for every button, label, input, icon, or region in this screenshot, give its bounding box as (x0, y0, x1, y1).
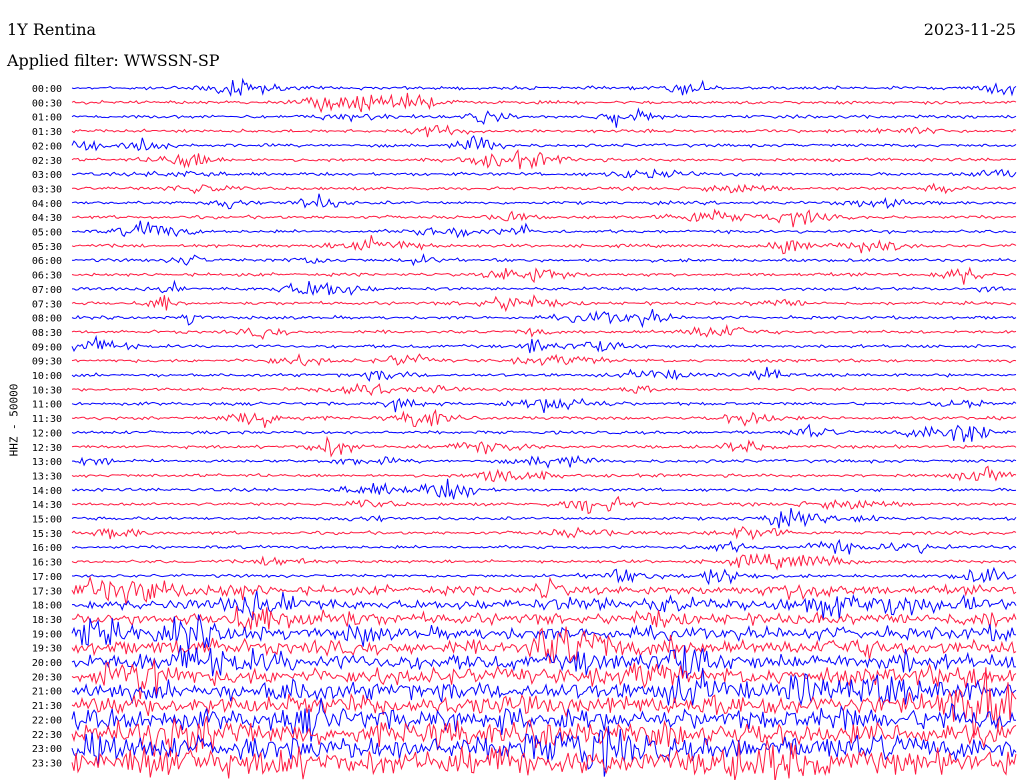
row-time-label: 22:00 (32, 715, 62, 726)
seismogram-trace (71, 382, 1017, 397)
seismogram-trace (71, 566, 1017, 586)
row-time-label: 22:30 (32, 730, 62, 741)
seismogram-trace (71, 507, 1017, 529)
row-time-label: 13:00 (32, 457, 62, 468)
seismogram-trace (71, 454, 1017, 469)
seismogram-trace (71, 107, 1017, 128)
row-time-label: 09:00 (32, 342, 62, 353)
seismogram-trace (71, 253, 1017, 267)
row-time-label: 04:30 (32, 213, 62, 224)
row-time-label: 08:30 (32, 328, 62, 339)
row-time-label: 15:00 (32, 515, 62, 526)
seismogram-trace (71, 538, 1017, 555)
row-time-label: 04:00 (32, 199, 62, 210)
row-time-label: 12:00 (32, 428, 62, 439)
seismogram-trace (71, 495, 1016, 515)
row-time-label: 01:00 (32, 113, 62, 124)
row-time-label: 05:30 (32, 242, 62, 253)
row-time-label: 12:30 (32, 443, 62, 454)
row-time-label: 14:30 (32, 500, 62, 511)
seismogram-trace (71, 266, 1017, 285)
seismogram-trace (71, 309, 1017, 329)
seismogram-trace (71, 208, 1017, 228)
seismogram-trace (71, 124, 1017, 138)
seismogram-trace (72, 279, 1016, 297)
seismogram-trace (71, 353, 1017, 367)
seismogram-trace (71, 465, 1017, 483)
row-time-label: 18:30 (32, 615, 62, 626)
seismogram-trace (71, 423, 1017, 443)
row-time-label: 11:30 (32, 414, 62, 425)
seismogram-trace (71, 294, 1017, 313)
row-time-label: 00:00 (32, 84, 62, 95)
row-time-label: 02:00 (32, 141, 62, 152)
seismogram-trace (71, 334, 1017, 354)
row-time-label: 18:00 (32, 601, 62, 612)
row-time-label: 19:00 (32, 629, 62, 640)
seismogram-trace (71, 168, 1017, 179)
row-time-label: 20:30 (32, 672, 62, 683)
row-time-label: 10:30 (32, 385, 62, 396)
seismogram-trace (71, 478, 1017, 500)
row-time-label: 09:30 (32, 357, 62, 368)
row-time-label: 06:30 (32, 271, 62, 282)
row-time-label: 05:00 (32, 228, 62, 239)
seismogram-trace (71, 667, 1017, 707)
seismogram-trace (71, 366, 1017, 382)
row-time-label: 06:00 (32, 256, 62, 267)
row-time-label: 11:00 (32, 400, 62, 411)
seismogram-trace (71, 323, 1017, 341)
row-time-label: 17:30 (32, 586, 62, 597)
row-time-label: 21:00 (32, 687, 62, 698)
row-time-label: 23:30 (32, 758, 62, 769)
seismogram-trace (71, 220, 1017, 239)
row-time-label: 14:00 (32, 486, 62, 497)
row-time-label: 03:00 (32, 170, 62, 181)
row-time-label: 01:30 (32, 127, 62, 138)
seismogram-trace (71, 659, 1017, 700)
helicorder-plot: 00:00 00:30 01:00 01:30 02:00 02:30 03:00 03:30… (32, 77, 1017, 780)
seismogram-trace (71, 397, 1017, 414)
row-time-label: 02:30 (32, 156, 62, 167)
seismogram-trace (71, 182, 1017, 195)
seismogram-trace (71, 645, 1016, 679)
row-time-label: 21:30 (32, 701, 62, 712)
seismogram-trace (71, 435, 1017, 458)
seismogram-trace (71, 77, 1017, 97)
seismogram-trace (71, 235, 1017, 255)
row-time-label: 10:00 (32, 371, 62, 382)
seismogram-trace (71, 135, 1017, 152)
seismogram-trace (71, 92, 1017, 114)
seismogram-trace (71, 575, 1017, 606)
row-time-label: 16:30 (32, 558, 62, 569)
row-time-label: 19:30 (32, 644, 62, 655)
row-time-label: 13:30 (32, 471, 62, 482)
row-time-label: 23:00 (32, 744, 62, 755)
row-time-label: 15:30 (32, 529, 62, 540)
seismogram-trace (71, 552, 1017, 571)
seismogram-trace (71, 408, 1017, 428)
row-time-label: 07:00 (32, 285, 62, 296)
row-time-label: 16:00 (32, 543, 62, 554)
row-time-label: 03:30 (32, 184, 62, 195)
time-label-group: 00:00 00:30 01:00 01:30 02:00 02:30 03:00 03:30… (32, 84, 62, 769)
row-time-label: 07:30 (32, 299, 62, 310)
trace-group (71, 77, 1017, 780)
row-time-label: 20:00 (32, 658, 62, 669)
row-time-label: 00:30 (32, 98, 62, 109)
seismogram-trace (71, 148, 1017, 170)
row-time-label: 17:00 (32, 572, 62, 583)
seismogram-trace (71, 525, 1017, 541)
row-time-label: 08:00 (32, 314, 62, 325)
seismogram-trace (71, 193, 1017, 210)
